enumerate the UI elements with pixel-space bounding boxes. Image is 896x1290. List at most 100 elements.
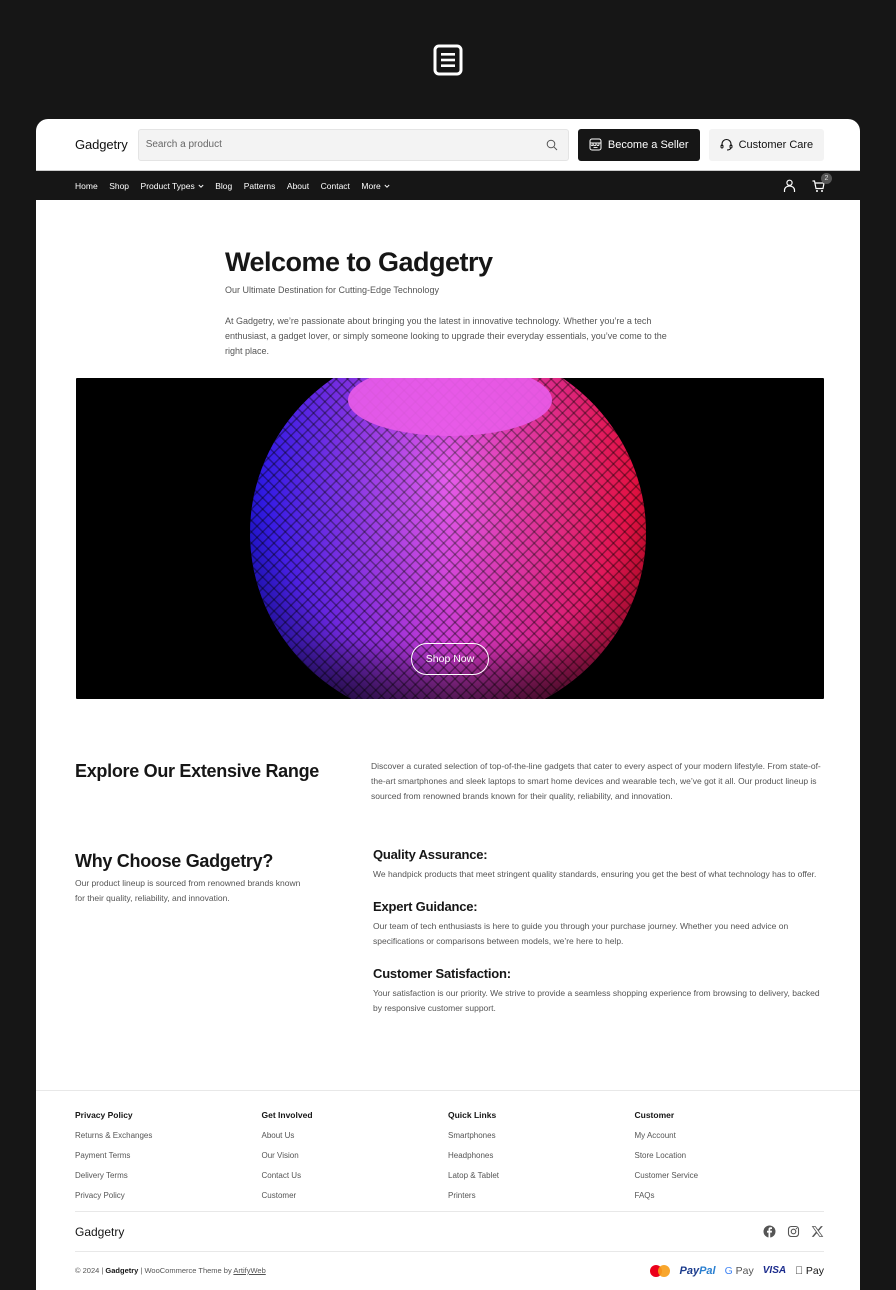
paypal-text-a: Pay xyxy=(679,1264,700,1277)
shop-now-button[interactable]: Shop Now xyxy=(411,643,489,675)
nav-icons: 2 xyxy=(783,172,832,193)
nav-item-label: About xyxy=(286,180,310,191)
feature-title: Expert Guidance: xyxy=(373,899,478,914)
footer-link[interactable]: Delivery Terms xyxy=(75,1171,262,1180)
cart-button[interactable]: 2 xyxy=(812,172,832,193)
hero-banner: Shop Now xyxy=(76,378,824,699)
page-subtitle: Our Ultimate Destination for Cutting-Edg… xyxy=(225,285,439,295)
search-bar xyxy=(137,128,569,161)
intro-text: At Gadgetry, we’re passionate about brin… xyxy=(225,316,667,356)
paypal-text-b: Pal xyxy=(699,1264,716,1277)
become-seller-button[interactable]: Become a Seller xyxy=(577,128,700,161)
footer-link[interactable]: Headphones xyxy=(448,1151,635,1160)
copyright-brand: Gadgetry xyxy=(105,1266,139,1275)
google-pay-icon: G Pay xyxy=(725,1265,754,1277)
nav-item-blog[interactable]: Blog xyxy=(215,181,232,191)
footer-link[interactable]: Returns & Exchanges xyxy=(75,1131,262,1140)
nav-item-label: Blog xyxy=(215,180,233,191)
chevron-down-icon xyxy=(384,184,390,188)
footer-columns: Privacy Policy Returns & Exchanges Payment… xyxy=(36,1091,860,1211)
feature-title: Quality Assurance: xyxy=(373,847,488,862)
footer-link[interactable]: Privacy Policy xyxy=(75,1191,262,1200)
feature-list: Quality Assurance: We handpick products … xyxy=(373,847,824,1033)
footer-link[interactable]: Contact Us xyxy=(262,1171,449,1180)
page-frame: Gadgetry Become a Seller Customer Care H… xyxy=(36,119,860,1290)
footer-link[interactable]: About Us xyxy=(262,1131,449,1140)
facebook-icon[interactable] xyxy=(763,1225,776,1238)
site-logo[interactable]: Gadgetry xyxy=(75,137,128,152)
feature-quality: Quality Assurance: We handpick products … xyxy=(373,847,824,882)
footer-link[interactable]: My Account xyxy=(635,1131,822,1140)
footer-column: Customer My Account Store Location Customer… xyxy=(635,1110,822,1211)
nav-item-home[interactable]: Home xyxy=(75,181,98,191)
apple-logo-icon:  xyxy=(795,1265,803,1277)
chevron-down-icon xyxy=(198,184,204,188)
explore-text: Discover a curated selection of top-of-t… xyxy=(371,761,821,801)
intro-section: Welcome to Gadgetry Our Ultimate Destina… xyxy=(225,247,685,359)
header: Gadgetry Become a Seller Customer Care xyxy=(36,119,860,170)
footer-column-title: Customer xyxy=(634,1110,675,1120)
nav-item-label: Product Types xyxy=(140,180,195,191)
page-title: Welcome to Gadgetry xyxy=(225,247,493,277)
footer-link[interactable]: Our Vision xyxy=(262,1151,449,1160)
explore-title: Explore Our Extensive Range xyxy=(75,761,319,781)
why-section: Why Choose Gadgetry? Our product lineup … xyxy=(75,847,824,1033)
feature-text: We handpick products that meet stringent… xyxy=(373,869,817,879)
nav-item-shop[interactable]: Shop xyxy=(109,181,129,191)
why-title: Why Choose Gadgetry? xyxy=(75,851,274,871)
footer-logo[interactable]: Gadgetry xyxy=(75,1225,124,1239)
footer-link[interactable]: Customer xyxy=(262,1191,449,1200)
paypal-icon: PayPal xyxy=(679,1265,715,1277)
footer-column-title: Privacy Policy xyxy=(75,1110,133,1120)
footer-link[interactable]: Latop & Tablet xyxy=(448,1171,635,1180)
theme-author-link[interactable]: ArtifyWeb xyxy=(233,1266,265,1275)
why-intro: Why Choose Gadgetry? Our product lineup … xyxy=(75,851,373,1033)
apple-pay-icon:  Pay xyxy=(795,1265,824,1277)
footer-column: Privacy Policy Returns & Exchanges Payment… xyxy=(75,1110,262,1211)
nav-item-more[interactable]: More xyxy=(361,181,390,191)
search-icon[interactable] xyxy=(546,139,558,151)
feature-guidance: Expert Guidance: Our team of tech enthus… xyxy=(373,899,824,949)
social-links xyxy=(763,1225,824,1238)
feature-satisfaction: Customer Satisfaction: Your satisfaction… xyxy=(373,966,824,1016)
footer-column-title: Get Involved xyxy=(261,1110,313,1120)
customer-care-button[interactable]: Customer Care xyxy=(708,128,824,161)
footer-link[interactable]: FAQs xyxy=(635,1191,822,1200)
feature-text: Your satisfaction is our priority. We st… xyxy=(373,988,820,1013)
footer-link[interactable]: Customer Service xyxy=(635,1171,822,1180)
footer-link[interactable]: Smartphones xyxy=(448,1131,635,1140)
footer-column: Get Involved About Us Our Vision Contact Us… xyxy=(262,1110,449,1211)
footer-link[interactable]: Store Location xyxy=(635,1151,822,1160)
visa-icon: VISA xyxy=(762,1265,787,1276)
copyright-text: © 2024 | Gadgetry | WooCommerce Theme by… xyxy=(75,1266,266,1275)
search-input[interactable] xyxy=(145,139,546,150)
payment-methods: PayPal G Pay VISA  Pay xyxy=(650,1264,824,1277)
x-icon[interactable] xyxy=(811,1225,824,1238)
footer-link[interactable]: Payment Terms xyxy=(75,1151,262,1160)
footer-bottom-row: © 2024 | Gadgetry | WooCommerce Theme by… xyxy=(36,1252,860,1289)
account-icon[interactable] xyxy=(783,179,796,193)
feature-text: Our team of tech enthusiasts is here to … xyxy=(373,921,789,946)
copyright-prefix: © 2024 | xyxy=(75,1266,106,1275)
document-icon xyxy=(433,44,463,76)
cart-count-badge: 2 xyxy=(821,172,832,184)
nav-item-product-types[interactable]: Product Types xyxy=(141,181,204,191)
footer-column: Quick Links Smartphones Headphones Latop & … xyxy=(448,1110,635,1211)
gpay-g: G xyxy=(724,1264,733,1277)
nav-item-about[interactable]: About xyxy=(287,181,309,191)
become-seller-label: Become a Seller xyxy=(607,138,689,151)
footer-brand-row: Gadgetry xyxy=(36,1212,860,1251)
nav-links: Home Shop Product Types Blog Patterns About Co… xyxy=(75,181,783,191)
nav-item-patterns[interactable]: Patterns xyxy=(244,181,276,191)
why-text: Our product lineup is sourced from renow… xyxy=(75,878,301,903)
footer-column-title: Quick Links xyxy=(448,1110,497,1120)
nav-item-contact[interactable]: Contact xyxy=(321,181,350,191)
instagram-icon[interactable] xyxy=(787,1225,800,1238)
main-nav: Home Shop Product Types Blog Patterns About Co… xyxy=(36,170,860,200)
feature-title: Customer Satisfaction: xyxy=(373,966,511,981)
footer-link[interactable]: Printers xyxy=(448,1191,635,1200)
customer-care-label: Customer Care xyxy=(738,138,814,151)
explore-section: Explore Our Extensive Range Discover a c… xyxy=(75,760,824,804)
gpay-text: Pay xyxy=(732,1264,754,1277)
apple-pay-text: Pay xyxy=(805,1264,824,1277)
